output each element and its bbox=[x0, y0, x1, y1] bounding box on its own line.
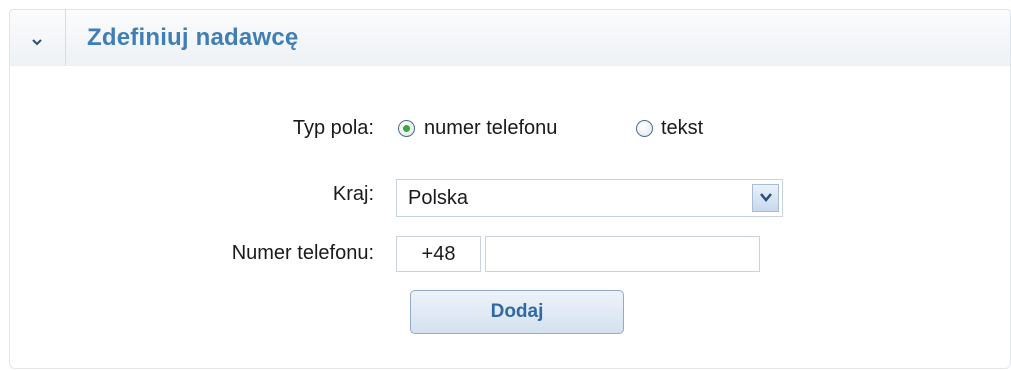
field-type-label: Typ pola: bbox=[292, 117, 374, 139]
radio-text-label[interactable]: tekst bbox=[661, 117, 703, 140]
country-label: Kraj: bbox=[332, 183, 374, 205]
dropdown-arrow[interactable] bbox=[752, 184, 779, 212]
add-button[interactable]: Dodaj bbox=[410, 290, 624, 334]
radio-text[interactable] bbox=[636, 120, 653, 137]
radio-phone-number[interactable] bbox=[398, 120, 415, 137]
chevron-down-icon bbox=[760, 193, 772, 202]
phone-number-input[interactable] bbox=[485, 236, 760, 272]
radio-selected-dot bbox=[403, 125, 410, 132]
chevron-down-icon bbox=[32, 39, 42, 46]
radio-phone-number-label[interactable]: numer telefonu bbox=[424, 117, 557, 140]
panel-header: Zdefiniuj nadawcę bbox=[9, 9, 1011, 67]
phone-prefix-field[interactable]: +48 bbox=[396, 236, 481, 272]
country-select-value: Polska bbox=[408, 187, 469, 209]
collapse-toggle[interactable] bbox=[10, 10, 66, 67]
define-sender-panel: Zdefiniuj nadawcę Typ pola: numer telefo… bbox=[9, 9, 1011, 369]
country-select[interactable]: Polska bbox=[396, 179, 783, 217]
panel-title: Zdefiniuj nadawcę bbox=[87, 24, 299, 51]
phone-label: Numer telefonu: bbox=[231, 242, 374, 264]
panel-body: Typ pola: numer telefonu tekst Kraj: Pol… bbox=[9, 66, 1011, 369]
